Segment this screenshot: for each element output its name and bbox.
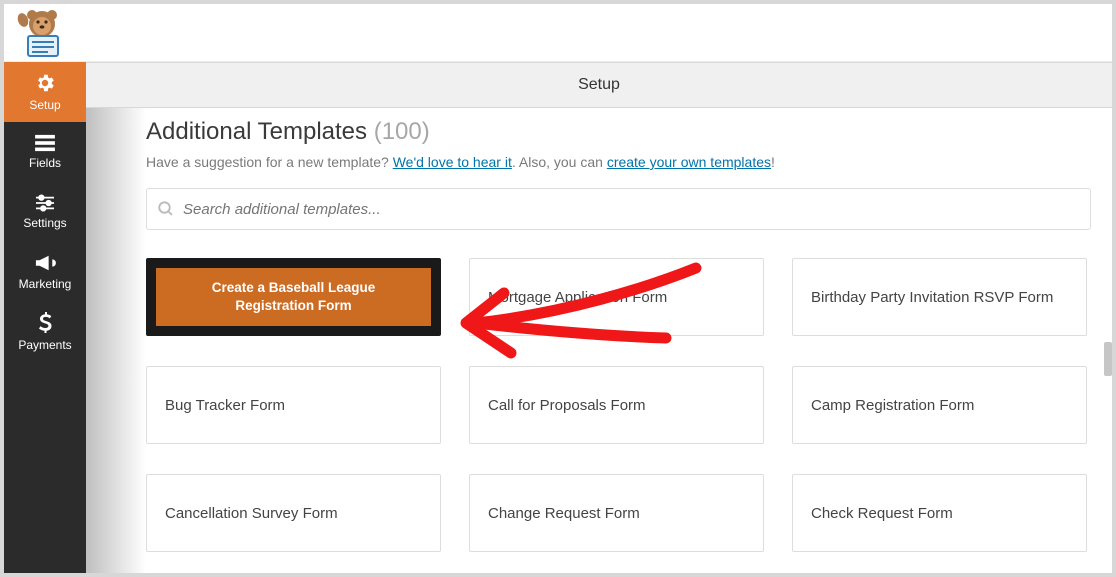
sidebar-item-label: Fields — [29, 156, 61, 170]
template-label: Birthday Party Invitation RSVP Form — [811, 289, 1053, 306]
template-card[interactable]: Check Request Form — [792, 474, 1087, 552]
template-card[interactable]: Cancellation Survey Form — [146, 474, 441, 552]
dollar-icon — [38, 312, 52, 334]
sidebar-item-label: Marketing — [19, 277, 72, 291]
scrollbar-thumb[interactable] — [1104, 342, 1112, 376]
sidebar-item-fields[interactable]: Fields — [4, 122, 86, 182]
left-shadow — [86, 108, 146, 573]
sliders-icon — [34, 194, 56, 212]
create-own-link[interactable]: create your own templates — [607, 154, 771, 170]
bullhorn-icon — [34, 253, 56, 273]
search-box[interactable] — [146, 188, 1091, 230]
template-label: Change Request Form — [488, 505, 640, 522]
template-card[interactable]: Birthday Party Invitation RSVP Form — [792, 258, 1087, 336]
sidebar-item-label: Payments — [18, 338, 71, 352]
template-label: Check Request Form — [811, 505, 953, 522]
template-label: Camp Registration Form — [811, 397, 974, 414]
sidebar-item-payments[interactable]: Payments — [4, 302, 86, 362]
template-card[interactable]: Camp Registration Form — [792, 366, 1087, 444]
template-label: Call for Proposals Form — [488, 397, 646, 414]
suggestion-link[interactable]: We'd love to hear it — [393, 154, 512, 170]
sidebar: Setup Fields Settings Marketing Payments — [4, 62, 86, 573]
template-label: Cancellation Survey Form — [165, 505, 338, 522]
gear-icon — [34, 72, 56, 94]
template-card[interactable]: Change Request Form — [469, 474, 764, 552]
search-icon — [157, 200, 175, 218]
template-card[interactable]: Mortgage Application Form — [469, 258, 764, 336]
main-area: Setup Additional Templates (100) Have a … — [86, 62, 1112, 573]
list-icon — [34, 134, 56, 152]
template-card[interactable]: Call for Proposals Form — [469, 366, 764, 444]
sidebar-item-settings[interactable]: Settings — [4, 182, 86, 242]
sidebar-item-label: Settings — [23, 216, 66, 230]
wpforms-logo — [14, 6, 70, 63]
panel-title: Setup — [578, 76, 620, 94]
sidebar-item-setup[interactable]: Setup — [4, 62, 86, 122]
top-bar — [4, 4, 1112, 62]
template-card[interactable]: Bug Tracker Form — [146, 366, 441, 444]
sidebar-item-marketing[interactable]: Marketing — [4, 242, 86, 302]
page-subtitle: Have a suggestion for a new template? We… — [146, 154, 1098, 170]
template-card[interactable]: Create a Baseball League Registration Fo… — [146, 258, 441, 336]
title-count: (100) — [374, 118, 430, 145]
sidebar-item-label: Setup — [29, 98, 60, 112]
title-main: Additional Templates — [146, 118, 374, 145]
template-label: Mortgage Application Form — [488, 289, 667, 306]
template-grid: Create a Baseball League Registration Fo… — [146, 258, 1098, 552]
template-label: Create a Baseball League Registration Fo… — [176, 279, 411, 315]
panel-header: Setup — [86, 62, 1112, 108]
content: Additional Templates (100) Have a sugges… — [146, 108, 1098, 573]
search-input[interactable] — [183, 201, 1080, 218]
app-frame: Setup Fields Settings Marketing Payments… — [0, 0, 1116, 577]
page-title: Additional Templates (100) — [146, 118, 1098, 146]
template-label: Bug Tracker Form — [165, 397, 285, 414]
